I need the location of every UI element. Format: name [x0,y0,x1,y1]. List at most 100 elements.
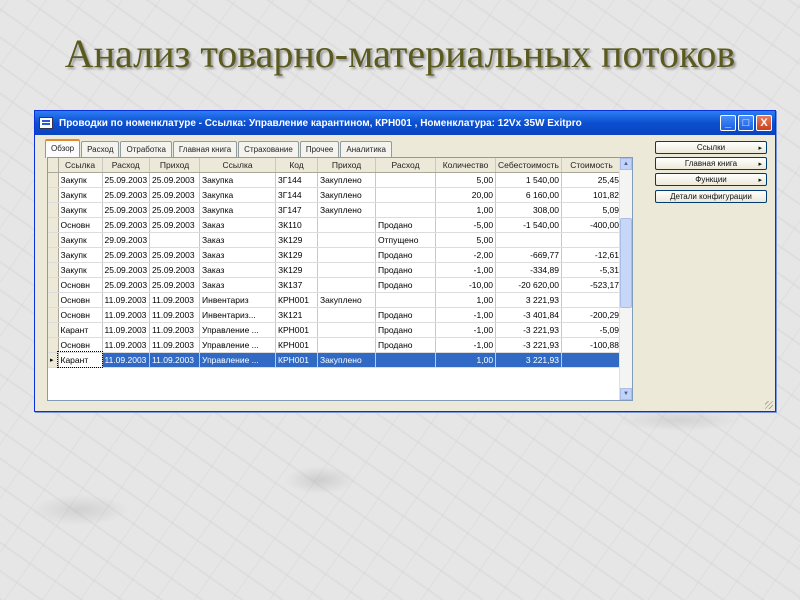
table-cell[interactable]: ЗК129 [275,247,319,263]
table-cell[interactable]: Закуплено [317,292,377,308]
table-cell[interactable]: 5,00 [435,232,497,248]
table-row[interactable]: Основн 11.09.2003 11.09.2003 Управление ...… [48,337,622,353]
table-cell[interactable]: Закупка [199,202,277,218]
table-cell[interactable]: Заказ [199,217,277,233]
table-cell[interactable]: 25.09.2003 [149,187,201,203]
table-cell[interactable]: Закуплено [317,352,377,368]
table-cell[interactable]: Закуплено [317,202,377,218]
table-cell[interactable]: 11.09.2003 [102,322,151,338]
row-selector[interactable] [48,172,59,188]
table-cell[interactable]: 5,00 [435,172,497,188]
table-cell[interactable]: КРН001 [275,352,319,368]
table-cell[interactable]: Отпущено [375,232,437,248]
table-cell[interactable]: Основн [58,337,103,353]
table-cell[interactable]: 25.09.2003 [149,247,201,263]
tab-processing[interactable]: Отработка [120,141,172,157]
table-cell[interactable]: -1,00 [435,337,497,353]
table-cell[interactable]: 25,45 [561,172,622,188]
table-cell[interactable] [317,277,377,293]
table-cell[interactable]: 25.09.2003 [102,187,151,203]
table-cell[interactable]: 11.09.2003 [149,322,201,338]
table-row[interactable]: Основн 11.09.2003 11.09.2003 Инвентариз КРН0… [48,292,622,308]
table-cell[interactable]: 3 221,93 [495,292,562,308]
table-row[interactable]: ▸ Карант 11.09.2003 11.09.2003 Управление ..… [48,351,622,368]
table-cell[interactable]: 3Г144 [275,172,319,188]
minimize-button[interactable]: _ [720,115,736,131]
row-selector[interactable] [48,337,59,353]
table-cell[interactable]: КРН001 [275,337,319,353]
column-header[interactable]: Ссылка [199,158,277,173]
table-cell[interactable]: Карант [57,351,103,368]
column-header[interactable]: Стоимость [561,158,622,173]
table-cell[interactable]: Закупка [199,187,277,203]
links-button[interactable]: Ссылки ▸ [655,141,767,154]
table-cell[interactable]: 11.09.2003 [149,307,201,323]
table-cell[interactable]: 11.09.2003 [102,352,151,368]
table-cell[interactable]: -523,17 [561,277,622,293]
table-cell[interactable]: 25.09.2003 [149,172,201,188]
general-ledger-button[interactable]: Главная книга ▸ [655,157,767,170]
table-cell[interactable]: -1,00 [435,322,497,338]
table-cell[interactable] [375,187,437,203]
table-cell[interactable]: -12,61 [561,247,622,263]
table-cell[interactable]: -200,29 [561,307,622,323]
table-cell[interactable]: КРН001 [275,292,319,308]
table-cell[interactable]: 25.09.2003 [102,262,151,278]
table-cell[interactable]: -5,00 [435,217,497,233]
table-cell[interactable]: Продано [375,307,437,323]
table-cell[interactable]: Управление ... [199,352,277,368]
column-header[interactable]: Расход [102,158,151,173]
maximize-button[interactable]: □ [738,115,754,131]
table-cell[interactable] [561,232,622,248]
table-cell[interactable] [561,292,622,308]
table-row[interactable]: Закупк 25.09.2003 25.09.2003 Закупка 3Г147 За… [48,202,622,218]
column-header[interactable]: Ссылка [58,158,103,173]
table-cell[interactable]: -669,77 [495,247,562,263]
table-cell[interactable]: 29.09.2003 [102,232,151,248]
table-cell[interactable]: -3 221,93 [495,322,562,338]
close-button[interactable]: X [756,115,772,131]
table-cell[interactable]: 11.09.2003 [102,337,151,353]
transactions-grid[interactable]: Ссылка Расход Приход Ссылка Код Приход Расход К… [47,157,633,401]
table-cell[interactable]: 1,00 [435,292,497,308]
table-cell[interactable]: Основн [58,277,103,293]
table-cell[interactable]: -334,89 [495,262,562,278]
table-cell[interactable]: Основн [58,307,103,323]
table-cell[interactable] [317,247,377,263]
table-cell[interactable]: Закупк [58,202,103,218]
table-cell[interactable]: ЗК137 [275,277,319,293]
table-cell[interactable]: Закупк [58,262,103,278]
table-cell[interactable]: Закупка [199,172,277,188]
table-cell[interactable] [561,352,622,368]
table-cell[interactable]: Заказ [199,277,277,293]
row-selector[interactable] [48,232,59,248]
resize-grip-icon[interactable] [765,401,773,409]
table-cell[interactable] [149,232,201,248]
table-cell[interactable] [375,172,437,188]
table-row[interactable]: Закупк 25.09.2003 25.09.2003 Заказ ЗК129 Прод… [48,262,622,278]
table-cell[interactable]: Продано [375,322,437,338]
table-cell[interactable]: 3Г144 [275,187,319,203]
table-cell[interactable] [375,292,437,308]
table-cell[interactable]: 5,09 [561,202,622,218]
table-cell[interactable]: Закупк [58,232,103,248]
table-cell[interactable]: 3 221,93 [495,352,562,368]
table-cell[interactable]: Закупк [58,172,103,188]
table-cell[interactable]: 20,00 [435,187,497,203]
scroll-up-arrow[interactable]: ▲ [620,158,632,170]
table-cell[interactable]: Инвентариз... [199,307,277,323]
tab-analytics[interactable]: Аналитика [340,141,392,157]
table-cell[interactable]: Карант [58,322,103,338]
table-cell[interactable] [375,202,437,218]
row-selector[interactable]: ▸ [48,352,59,368]
table-cell[interactable]: 25.09.2003 [102,217,151,233]
tab-other[interactable]: Прочее [299,141,340,157]
table-cell[interactable]: Продано [375,277,437,293]
functions-button[interactable]: Функции ▸ [655,173,767,186]
table-cell[interactable] [495,232,562,248]
table-cell[interactable]: -10,00 [435,277,497,293]
table-cell[interactable]: 3Г147 [275,202,319,218]
table-cell[interactable]: ЗК110 [275,217,319,233]
table-cell[interactable]: Заказ [199,262,277,278]
row-selector[interactable] [48,247,59,263]
